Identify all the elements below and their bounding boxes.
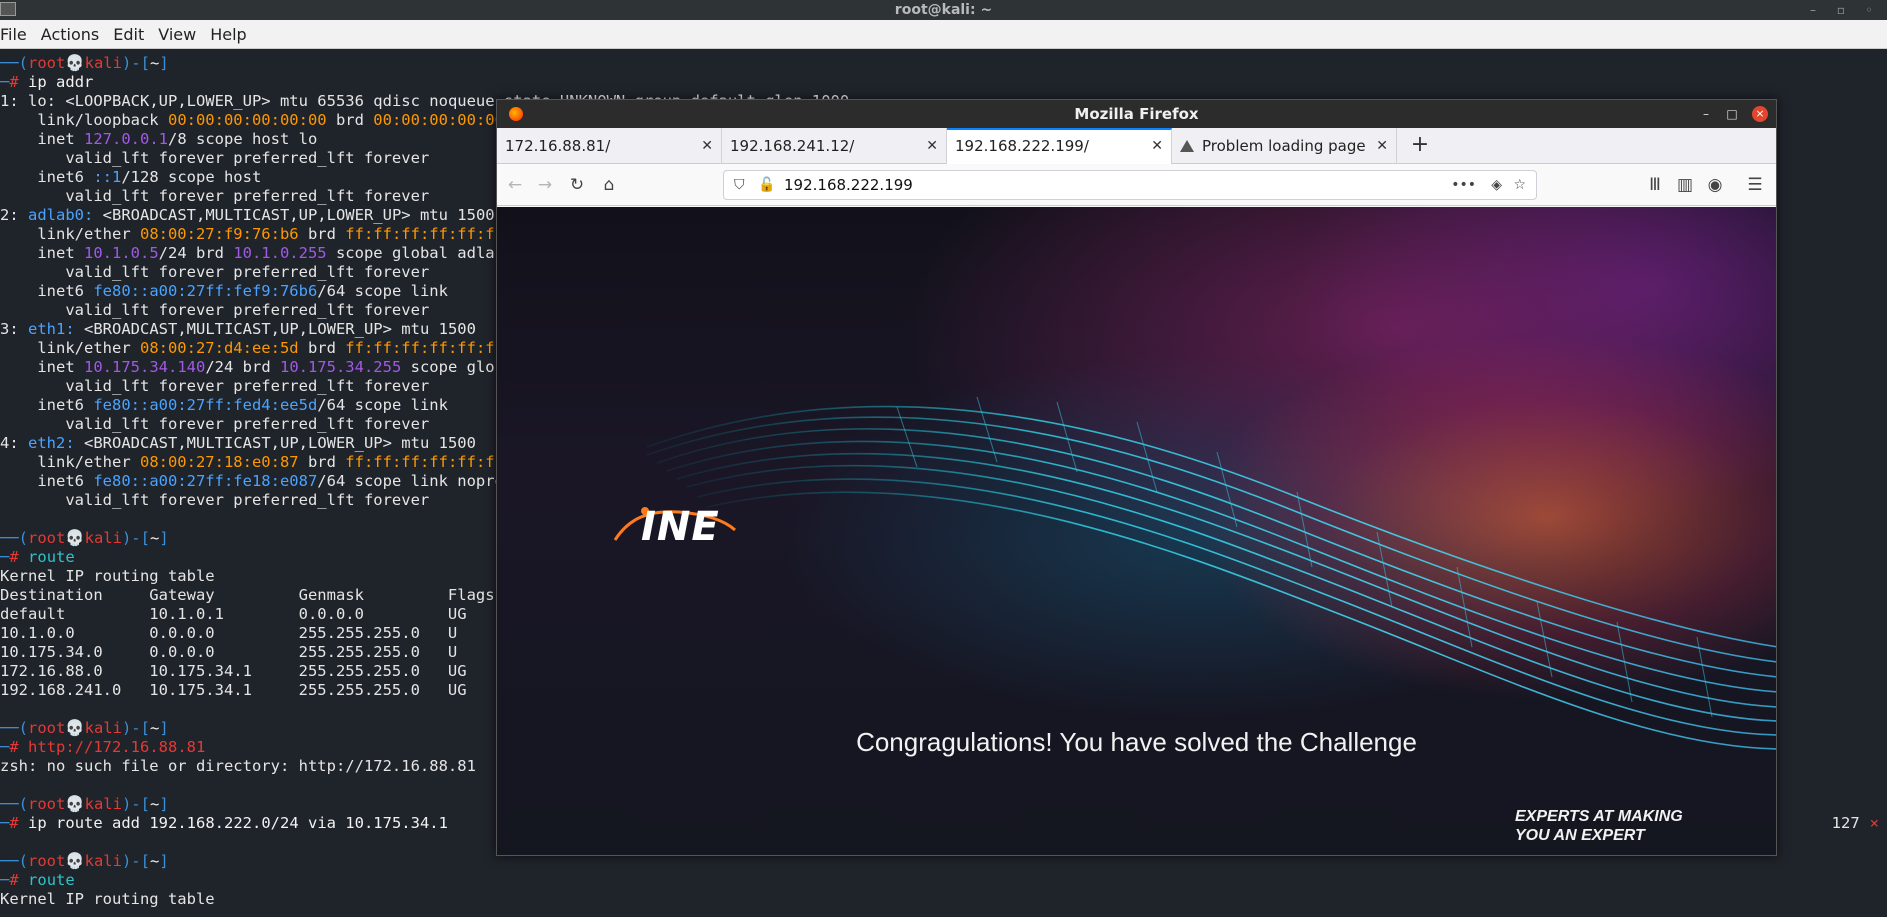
menu-view[interactable]: View [158,20,196,49]
navigation-toolbar: ← → ↻ ⌂ ⛉ 🔓 192.168.222.199 ••• ◈ ☆ Ⅲ ▥ … [497,164,1776,206]
sidebar-icon[interactable]: ▥ [1673,173,1697,197]
tab-label: 172.16.88.81/ [505,137,611,155]
minimize-icon[interactable]: – [1799,0,1827,20]
success-message: Congragulations! You have solved the Cha… [856,727,1417,757]
error-mark-icon: × [1869,814,1879,832]
url-bar[interactable]: ⛉ 🔓 192.168.222.199 ••• ◈ ☆ [723,170,1537,200]
back-arrow-icon[interactable]: ← [503,173,527,197]
terminal-menubar: File Actions Edit View Help [0,20,1887,49]
tagline: EXPERTS AT MAKING YOU AN EXPERT [1515,807,1715,845]
maximize-icon[interactable]: □ [1724,106,1740,122]
tab-strip: 172.16.88.81/ ✕ 192.168.241.12/ ✕ 192.16… [497,128,1776,164]
menu-actions[interactable]: Actions [41,20,99,49]
warning-icon [1180,140,1194,152]
reload-icon[interactable]: ↻ [565,173,589,197]
shield-icon[interactable]: ⛉ [734,171,745,199]
ine-logo: INE [613,504,737,550]
prompt-line: ──(root💀kali)-[~] [0,54,169,72]
page-actions-icon[interactable]: ••• [1451,171,1476,199]
forward-arrow-icon[interactable]: → [533,173,557,197]
tab-label: 192.168.222.199/ [955,137,1089,155]
command-line: ─# route [0,871,75,889]
minimize-icon[interactable]: – [1698,106,1714,122]
logo-text: INE [641,504,720,550]
close-icon[interactable]: × [1752,106,1768,122]
tab-problem-loading[interactable]: Problem loading page ✕ [1172,128,1397,164]
output-line: Kernel IP routing table [0,890,215,908]
terminal-title: root@kali: ~ [894,2,993,18]
library-icon[interactable]: Ⅲ [1643,173,1667,197]
tab-192-168-222-199[interactable]: 192.168.222.199/ ✕ [947,128,1172,164]
tagline-line-1: EXPERTS AT MAKING [1515,808,1683,825]
firefox-title: Mozilla Firefox [1074,105,1199,123]
tagline-line-2: YOU AN EXPERT [1515,827,1645,844]
close-tab-icon[interactable]: ✕ [701,128,713,164]
close-tab-icon[interactable]: ✕ [1376,128,1388,164]
maximize-icon[interactable]: ▫ [1827,0,1855,20]
terminal-titlebar: root@kali: ~ – ▫ ◦ [0,0,1887,20]
exit-code: 127 [1831,814,1860,832]
home-icon[interactable]: ⌂ [597,173,621,197]
firefox-titlebar: Mozilla Firefox – □ × [497,100,1776,128]
menu-help[interactable]: Help [210,20,246,49]
page-content: INE Congragulations! You have solved the… [497,207,1776,855]
menu-edit[interactable]: Edit [113,20,144,49]
exit-status: 127 × [1832,814,1879,832]
tab-label: Problem loading page [1202,137,1366,155]
menu-file[interactable]: File [0,20,27,49]
url-text[interactable]: 192.168.222.199 [784,171,913,199]
new-tab-plus-icon[interactable]: + [1405,128,1435,164]
command-line: ─# ip addr [0,73,94,91]
tab-172-16-88-81[interactable]: 172.16.88.81/ ✕ [497,128,722,164]
firefox-window: Mozilla Firefox – □ × 172.16.88.81/ ✕ 19… [496,99,1777,856]
bookmark-star-icon[interactable]: ☆ [1513,171,1526,199]
close-tab-icon[interactable]: ✕ [1151,130,1163,162]
firefox-logo-icon [509,107,523,121]
tab-label: 192.168.241.12/ [730,137,855,155]
tab-192-168-241-12[interactable]: 192.168.241.12/ ✕ [722,128,947,164]
menu-hamburger-icon[interactable]: ☰ [1743,173,1767,197]
pocket-icon[interactable]: ◈ [1491,171,1502,199]
terminal-window-controls: – ▫ ◦ [1799,0,1883,20]
close-icon[interactable]: ◦ [1855,0,1883,20]
account-icon[interactable]: ◉ [1703,173,1727,197]
insecure-lock-icon[interactable]: 🔓 [758,171,775,199]
close-tab-icon[interactable]: ✕ [926,128,938,164]
